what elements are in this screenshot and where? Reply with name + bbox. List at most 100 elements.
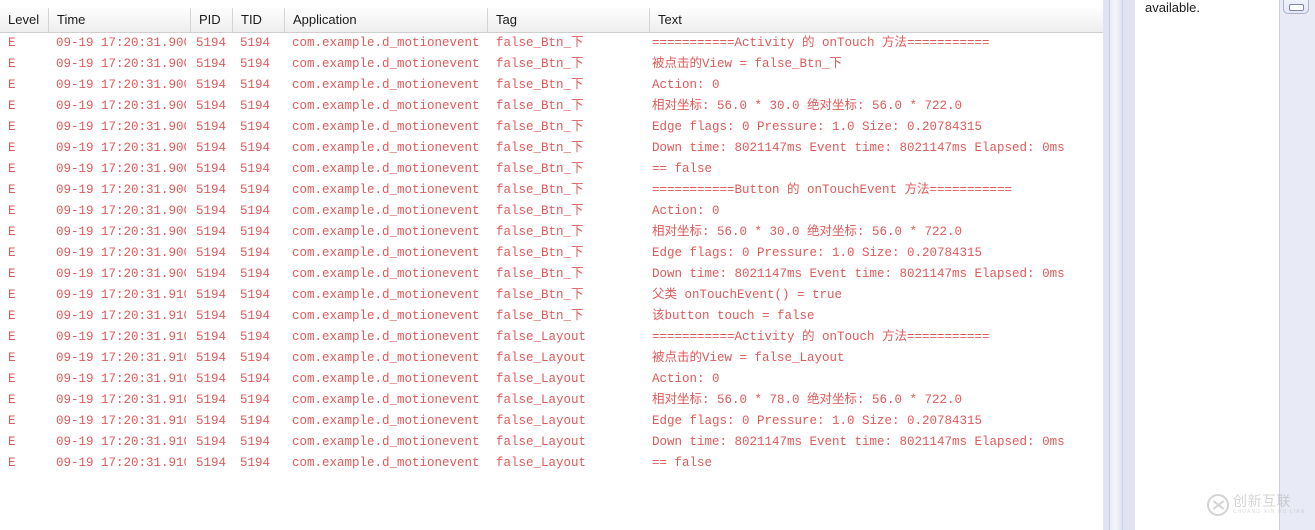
table-row[interactable]: E 09-19 17:20:31.900 5194 5194 com.example.d… bbox=[0, 180, 1103, 201]
cell-time: 09-19 17:20:31.900 bbox=[56, 204, 186, 218]
cell-tid: 5194 bbox=[240, 204, 271, 218]
cell-tag: false_Btn_下 bbox=[496, 246, 584, 260]
table-row[interactable]: E 09-19 17:20:31.900 5194 5194 com.example.d… bbox=[0, 96, 1103, 117]
logcat-table-body[interactable]: E 09-19 17:20:31.900 5194 5194 com.example.d… bbox=[0, 33, 1103, 530]
table-row[interactable]: E 09-19 17:20:31.900 5194 5194 com.example.d… bbox=[0, 264, 1103, 285]
table-row[interactable]: E 09-19 17:20:31.910 5194 5194 com.example.d… bbox=[0, 306, 1103, 327]
cell-pid: 5194 bbox=[196, 309, 227, 323]
cell-tid: 5194 bbox=[240, 456, 271, 470]
table-row[interactable]: E 09-19 17:20:31.910 5194 5194 com.example.d… bbox=[0, 411, 1103, 432]
cell-tag: false_Layout bbox=[496, 435, 587, 449]
table-row[interactable]: E 09-19 17:20:31.910 5194 5194 com.example.d… bbox=[0, 369, 1103, 390]
side-panel-content: available. bbox=[1135, 0, 1280, 530]
cell-level: E bbox=[8, 414, 16, 428]
cell-tid: 5194 bbox=[240, 288, 271, 302]
cell-text: ===========Activity 的 onTouch 方法========… bbox=[652, 330, 990, 344]
cell-tid: 5194 bbox=[240, 141, 271, 155]
cell-tag: false_Layout bbox=[496, 351, 587, 365]
cell-app: com.example.d_motionevent bbox=[292, 267, 480, 281]
cell-tag: false_Layout bbox=[496, 456, 587, 470]
table-row[interactable]: E 09-19 17:20:31.910 5194 5194 com.example.d… bbox=[0, 327, 1103, 348]
column-header-app[interactable]: Application bbox=[284, 8, 487, 32]
column-header-pid[interactable]: PID bbox=[190, 8, 232, 32]
cell-app: com.example.d_motionevent bbox=[292, 57, 480, 71]
cell-tag: false_Btn_下 bbox=[496, 204, 584, 218]
cell-time: 09-19 17:20:31.910 bbox=[56, 309, 186, 323]
table-row[interactable]: E 09-19 17:20:31.900 5194 5194 com.example.d… bbox=[0, 243, 1103, 264]
table-row[interactable]: E 09-19 17:20:31.900 5194 5194 com.example.d… bbox=[0, 117, 1103, 138]
table-row[interactable]: E 09-19 17:20:31.910 5194 5194 com.example.d… bbox=[0, 390, 1103, 411]
window-restore-icon bbox=[1289, 4, 1304, 11]
watermark-text: 创新互联 CHUANG XIN HU LIAN bbox=[1233, 494, 1305, 516]
cell-level: E bbox=[8, 456, 16, 470]
cell-pid: 5194 bbox=[196, 36, 227, 50]
cell-tag: false_Btn_下 bbox=[496, 183, 584, 197]
cell-pid: 5194 bbox=[196, 141, 227, 155]
cell-pid: 5194 bbox=[196, 183, 227, 197]
cell-time: 09-19 17:20:31.900 bbox=[56, 78, 186, 92]
cell-tag: false_Layout bbox=[496, 372, 587, 386]
cell-app: com.example.d_motionevent bbox=[292, 372, 480, 386]
table-row[interactable]: E 09-19 17:20:31.900 5194 5194 com.example.d… bbox=[0, 54, 1103, 75]
table-row[interactable]: E 09-19 17:20:31.910 5194 5194 com.example.d… bbox=[0, 348, 1103, 369]
cell-app: com.example.d_motionevent bbox=[292, 183, 480, 197]
cell-time: 09-19 17:20:31.910 bbox=[56, 435, 186, 449]
table-row[interactable]: E 09-19 17:20:31.900 5194 5194 com.example.d… bbox=[0, 201, 1103, 222]
cell-pid: 5194 bbox=[196, 435, 227, 449]
table-row[interactable]: E 09-19 17:20:31.900 5194 5194 com.example.d… bbox=[0, 222, 1103, 243]
cell-app: com.example.d_motionevent bbox=[292, 435, 480, 449]
cell-level: E bbox=[8, 57, 16, 71]
column-header-tag[interactable]: Tag bbox=[487, 8, 649, 32]
column-header-text[interactable]: Text bbox=[649, 8, 1103, 32]
cell-app: com.example.d_motionevent bbox=[292, 141, 480, 155]
cell-app: com.example.d_motionevent bbox=[292, 414, 480, 428]
cell-tid: 5194 bbox=[240, 267, 271, 281]
cell-tag: false_Layout bbox=[496, 414, 587, 428]
cell-text: 该button touch = false bbox=[652, 309, 815, 323]
cell-level: E bbox=[8, 99, 16, 113]
cell-app: com.example.d_motionevent bbox=[292, 36, 480, 50]
cell-pid: 5194 bbox=[196, 267, 227, 281]
cell-tag: false_Btn_下 bbox=[496, 225, 584, 239]
cell-time: 09-19 17:20:31.900 bbox=[56, 183, 186, 197]
column-header-level[interactable]: Level bbox=[0, 8, 48, 32]
window-restore-button[interactable] bbox=[1283, 0, 1309, 14]
cell-app: com.example.d_motionevent bbox=[292, 120, 480, 134]
table-row[interactable]: E 09-19 17:20:31.900 5194 5194 com.example.d… bbox=[0, 33, 1103, 54]
column-header-time[interactable]: Time bbox=[48, 8, 190, 32]
table-row[interactable]: E 09-19 17:20:31.910 5194 5194 com.example.d… bbox=[0, 432, 1103, 453]
cell-pid: 5194 bbox=[196, 120, 227, 134]
table-row[interactable]: E 09-19 17:20:31.900 5194 5194 com.example.d… bbox=[0, 138, 1103, 159]
cell-app: com.example.d_motionevent bbox=[292, 78, 480, 92]
table-row[interactable]: E 09-19 17:20:31.900 5194 5194 com.example.d… bbox=[0, 159, 1103, 180]
cell-tag: false_Btn_下 bbox=[496, 99, 584, 113]
cell-level: E bbox=[8, 288, 16, 302]
table-row[interactable]: E 09-19 17:20:31.910 5194 5194 com.example.d… bbox=[0, 453, 1103, 474]
logcat-table-panel: Level Time PID TID Application Tag Text E 09-19… bbox=[0, 0, 1103, 530]
cell-level: E bbox=[8, 246, 16, 260]
table-row[interactable]: E 09-19 17:20:31.900 5194 5194 com.example.d… bbox=[0, 75, 1103, 96]
side-panel-message: available. bbox=[1145, 0, 1200, 15]
cell-time: 09-19 17:20:31.900 bbox=[56, 141, 186, 155]
table-row[interactable]: E 09-19 17:20:31.910 5194 5194 com.example.d… bbox=[0, 285, 1103, 306]
cell-text: Action: 0 bbox=[652, 204, 720, 218]
cell-time: 09-19 17:20:31.910 bbox=[56, 456, 186, 470]
cell-level: E bbox=[8, 309, 16, 323]
logcat-window: Level Time PID TID Application Tag Text E 09-19… bbox=[0, 0, 1315, 530]
cell-pid: 5194 bbox=[196, 162, 227, 176]
cell-tid: 5194 bbox=[240, 435, 271, 449]
cell-pid: 5194 bbox=[196, 372, 227, 386]
cell-tid: 5194 bbox=[240, 36, 271, 50]
cell-app: com.example.d_motionevent bbox=[292, 456, 480, 470]
cell-tid: 5194 bbox=[240, 330, 271, 344]
cell-app: com.example.d_motionevent bbox=[292, 351, 480, 365]
cell-tid: 5194 bbox=[240, 99, 271, 113]
cell-pid: 5194 bbox=[196, 204, 227, 218]
vertical-scrollbar[interactable] bbox=[1109, 0, 1123, 530]
cell-level: E bbox=[8, 267, 16, 281]
cell-pid: 5194 bbox=[196, 351, 227, 365]
column-header-tid[interactable]: TID bbox=[232, 8, 284, 32]
cell-tag: false_Btn_下 bbox=[496, 78, 584, 92]
cell-text: Edge flags: 0 Pressure: 1.0 Size: 0.2078… bbox=[652, 246, 983, 260]
cell-level: E bbox=[8, 351, 16, 365]
